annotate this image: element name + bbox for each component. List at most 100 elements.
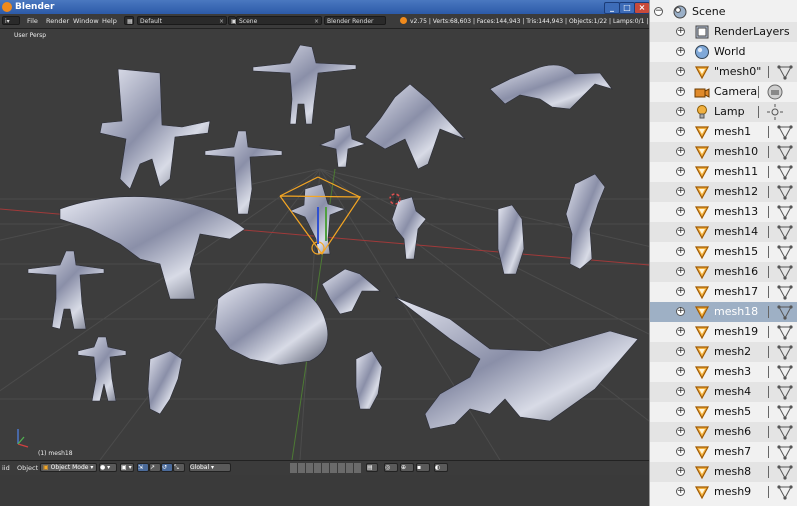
outliner-row[interactable]: + mesh10 xyxy=(650,142,797,162)
outliner-row[interactable]: + mesh6 xyxy=(650,422,797,442)
outliner-row[interactable]: + mesh14 xyxy=(650,222,797,242)
outliner-row[interactable]: + Camera xyxy=(650,82,797,102)
outliner-row[interactable]: + mesh17 xyxy=(650,282,797,302)
outliner-row[interactable]: + "mesh0" xyxy=(650,62,797,82)
mesh-data-icon[interactable] xyxy=(776,303,794,321)
close-button[interactable]: × xyxy=(634,2,650,14)
layout-close-icon[interactable]: × xyxy=(219,17,224,26)
3d-viewport[interactable]: User Persp (1) mesh18 xyxy=(0,29,649,460)
outliner-row[interactable]: + mesh2 xyxy=(650,342,797,362)
lock-layers-icon[interactable]: ▤ xyxy=(366,463,378,472)
outliner-row[interactable]: + mesh1 xyxy=(650,122,797,142)
mesh-data-icon[interactable] xyxy=(776,463,794,481)
expand-toggle-icon[interactable]: + xyxy=(676,207,685,216)
outliner-row[interactable]: − Scene xyxy=(650,2,797,22)
outliner-row[interactable]: + mesh12 xyxy=(650,182,797,202)
mesh-data-icon[interactable] xyxy=(776,163,794,181)
expand-toggle-icon[interactable]: + xyxy=(676,27,685,36)
scene-icon[interactable]: ▣ xyxy=(228,16,237,25)
expand-toggle-icon[interactable]: + xyxy=(676,107,685,116)
outliner-row[interactable]: + mesh18 xyxy=(650,302,797,322)
expand-toggle-icon[interactable]: + xyxy=(676,467,685,476)
mesh-data-icon[interactable] xyxy=(776,483,794,501)
layout-icon[interactable]: ▦ xyxy=(124,16,134,25)
mesh-data-icon[interactable] xyxy=(776,123,794,141)
expand-toggle-icon[interactable]: + xyxy=(676,87,685,96)
minimize-button[interactable]: _ xyxy=(604,2,620,14)
expand-toggle-icon[interactable]: + xyxy=(676,327,685,336)
outliner-row[interactable]: + mesh15 xyxy=(650,242,797,262)
render-engine-select[interactable]: Blender Render xyxy=(324,16,386,25)
outliner-row[interactable]: + mesh11 xyxy=(650,162,797,182)
menu-help[interactable]: Help xyxy=(102,17,117,25)
snap-element-icon[interactable]: ▪ xyxy=(416,463,430,472)
menu-view[interactable]: iid xyxy=(2,464,10,472)
scene-close-icon[interactable]: × xyxy=(314,17,319,26)
mesh-data-icon[interactable] xyxy=(776,403,794,421)
expand-toggle-icon[interactable]: + xyxy=(676,67,685,76)
outliner-row[interactable]: + mesh7 xyxy=(650,442,797,462)
outliner-row[interactable]: + RenderLayers xyxy=(650,22,797,42)
translate-manipulator-icon[interactable]: ↗ xyxy=(149,463,161,472)
expand-toggle-icon[interactable]: + xyxy=(676,347,685,356)
expand-toggle-icon[interactable]: + xyxy=(676,267,685,276)
expand-toggle-icon[interactable]: + xyxy=(676,227,685,236)
menu-file[interactable]: File xyxy=(27,17,38,25)
proportional-edit-icon[interactable]: ◎ xyxy=(384,463,398,472)
expand-toggle-icon[interactable]: + xyxy=(676,487,685,496)
shading-select[interactable]: ● ▾ xyxy=(99,463,117,472)
expand-toggle-icon[interactable]: + xyxy=(676,307,685,316)
expand-toggle-icon[interactable]: + xyxy=(676,447,685,456)
snap-toggle-icon[interactable]: ⊕ xyxy=(400,463,414,472)
expand-toggle-icon[interactable]: + xyxy=(676,367,685,376)
outliner-row[interactable]: + mesh16 xyxy=(650,262,797,282)
menu-window[interactable]: Window xyxy=(73,17,99,25)
expand-toggle-icon[interactable]: + xyxy=(676,287,685,296)
mesh-data-icon[interactable] xyxy=(776,363,794,381)
expand-toggle-icon[interactable]: + xyxy=(676,127,685,136)
lamp-data-icon[interactable] xyxy=(766,103,784,121)
expand-toggle-icon[interactable]: + xyxy=(676,147,685,156)
mesh-data-icon[interactable] xyxy=(776,283,794,301)
menu-object[interactable]: Object xyxy=(17,464,38,472)
outliner-row[interactable]: + mesh13 xyxy=(650,202,797,222)
mesh-data-icon[interactable] xyxy=(776,423,794,441)
mesh-data-icon[interactable] xyxy=(776,203,794,221)
mesh-data-icon[interactable] xyxy=(776,183,794,201)
outliner-row[interactable]: + mesh3 xyxy=(650,362,797,382)
mesh-data-icon[interactable] xyxy=(776,383,794,401)
outliner-row[interactable]: + mesh8 xyxy=(650,462,797,482)
maximize-button[interactable]: □ xyxy=(619,2,635,14)
menu-render[interactable]: Render xyxy=(46,17,69,25)
render-preview-icon[interactable]: ◐ xyxy=(434,463,448,472)
outliner-row[interactable]: + mesh19 xyxy=(650,322,797,342)
orientation-select[interactable]: Global ▾ xyxy=(189,463,231,472)
manipulator-toggle[interactable]: ⇲ xyxy=(137,463,149,472)
layout-select[interactable]: Default × xyxy=(137,16,227,25)
outliner-row[interactable]: + mesh9 xyxy=(650,482,797,502)
outliner-row[interactable]: + World xyxy=(650,42,797,62)
viewport-scene[interactable] xyxy=(0,29,649,460)
mesh-data-icon[interactable] xyxy=(776,323,794,341)
outliner-row[interactable]: + mesh5 xyxy=(650,402,797,422)
mesh-data-icon[interactable] xyxy=(776,343,794,361)
expand-toggle-icon[interactable]: + xyxy=(676,167,685,176)
mode-select[interactable]: ▣ Object Mode ▾ xyxy=(40,463,97,472)
mesh-data-icon[interactable] xyxy=(776,443,794,461)
camera-data-icon[interactable] xyxy=(766,83,784,101)
collapse-toggle-icon[interactable]: − xyxy=(654,7,663,16)
scene-select[interactable]: Scene × xyxy=(236,16,322,25)
layer-buttons[interactable] xyxy=(290,463,362,473)
expand-toggle-icon[interactable]: + xyxy=(676,407,685,416)
mesh-data-icon[interactable] xyxy=(776,263,794,281)
outliner-row[interactable]: + Lamp xyxy=(650,102,797,122)
mesh-data-icon[interactable] xyxy=(776,223,794,241)
mesh-data-icon[interactable] xyxy=(776,63,794,81)
mesh-data-icon[interactable] xyxy=(776,243,794,261)
pivot-select[interactable]: ▣ ▾ xyxy=(120,463,134,472)
mesh-data-icon[interactable] xyxy=(776,143,794,161)
scale-manipulator-icon[interactable]: ⤡ xyxy=(173,463,185,472)
expand-toggle-icon[interactable]: + xyxy=(676,427,685,436)
expand-toggle-icon[interactable]: + xyxy=(676,247,685,256)
editor-type-menu[interactable]: i▾ xyxy=(2,16,20,25)
